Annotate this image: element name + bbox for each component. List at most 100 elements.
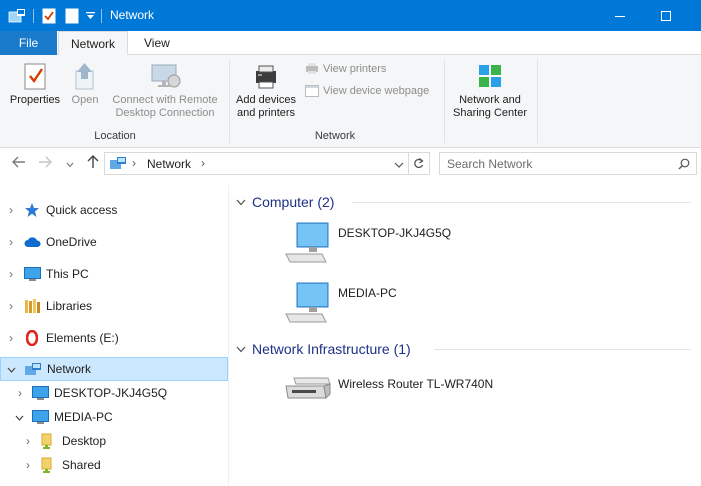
chevron-right-icon[interactable]: › [5, 331, 17, 345]
ribbon: Properties Open Connect with Remote Desk… [0, 55, 701, 148]
location-group-label: Location [94, 130, 136, 142]
properties-button[interactable]: Properties [6, 61, 64, 107]
view-device-webpage-button[interactable]: View device webpage [305, 85, 429, 97]
back-arrow-icon [12, 156, 25, 168]
network-sharing-label-2: Sharing Center [453, 107, 527, 119]
nav-item-shared-desktop[interactable]: › Desktop [0, 429, 228, 453]
tab-file[interactable]: File [0, 31, 57, 55]
window-title: Network [110, 8, 155, 22]
up-button[interactable] [87, 155, 99, 172]
shared-folder-icon [41, 433, 52, 449]
group-header-label: Network Infrastructure (1) [252, 341, 411, 357]
nav-item-network[interactable]: Network [0, 357, 228, 381]
chevron-down-icon [236, 199, 246, 205]
nav-item-label: Quick access [46, 203, 118, 217]
computer-item[interactable]: DESKTOP-JKJ4G5Q [284, 222, 484, 266]
forward-button[interactable] [38, 155, 52, 171]
search-icon [678, 158, 690, 170]
nav-item-label: MEDIA-PC [54, 410, 113, 424]
shared-folder-icon [41, 457, 52, 473]
address-bar[interactable]: › Network › [104, 152, 409, 175]
nav-item-libraries[interactable]: › Libraries [0, 294, 228, 318]
libraries-icon [25, 298, 40, 313]
add-devices-label-1: Add devices [236, 94, 296, 106]
tab-view[interactable]: View [132, 31, 182, 55]
webpage-icon [305, 85, 319, 97]
chevron-down-icon[interactable] [13, 410, 25, 424]
network-sharing-label-1: Network and [459, 94, 521, 106]
remote-desktop-button[interactable]: Connect with Remote Desktop Connection [104, 61, 226, 120]
content-pane: Computer (2) DESKTOP-JKJ4G5Q MEDIA-PC Ne… [230, 185, 701, 486]
view-printers-icon [306, 63, 318, 74]
chevron-right-icon[interactable]: › [22, 458, 34, 472]
nav-item-desktop-jkj4g5q[interactable]: › DESKTOP-JKJ4G5Q [0, 381, 228, 405]
recent-locations-button[interactable] [66, 156, 74, 172]
remote-desktop-icon [151, 64, 181, 88]
nav-item-label: Libraries [46, 299, 93, 313]
nav-item-label: Elements (E:) [46, 331, 119, 345]
chevron-down-icon[interactable] [5, 362, 17, 376]
nav-item-media-pc[interactable]: MEDIA-PC [0, 405, 228, 429]
search-placeholder[interactable]: Search Network [447, 157, 532, 171]
nav-item-label: DESKTOP-JKJ4G5Q [54, 386, 168, 400]
tab-network[interactable]: Network [58, 31, 129, 56]
nav-item-label: Shared [62, 458, 101, 472]
star-icon [25, 203, 39, 217]
router-icon [285, 377, 331, 400]
network-sharing-center-button[interactable]: Network and Sharing Center [448, 61, 532, 120]
chevron-right-icon[interactable]: › [14, 386, 26, 400]
open-icon [75, 63, 94, 90]
refresh-icon [414, 158, 424, 169]
minimize-button[interactable] [597, 0, 643, 31]
refresh-button[interactable] [408, 152, 430, 175]
open-button[interactable]: Open [66, 61, 104, 107]
remote-desktop-label-1: Connect with Remote [112, 94, 218, 106]
chevron-right-icon[interactable]: › [22, 434, 34, 448]
remote-desktop-label-2: Desktop Connection [115, 107, 215, 119]
view-printers-button[interactable]: View printers [305, 63, 386, 75]
chevron-right-icon[interactable]: › [5, 203, 17, 217]
properties-quick-icon[interactable] [42, 7, 56, 25]
nav-item-label: Network [47, 362, 92, 376]
computer-item[interactable]: MEDIA-PC [284, 282, 484, 326]
new-folder-quick-icon[interactable] [65, 7, 79, 25]
nav-item-shared[interactable]: › Shared [0, 453, 228, 477]
title-bar: Network [0, 0, 701, 31]
network-sharing-icon [479, 65, 501, 87]
chevron-right-icon[interactable]: › [5, 235, 17, 249]
address-history-dropdown[interactable] [394, 158, 404, 172]
group-header-label: Computer (2) [252, 194, 335, 210]
nav-item-label: OneDrive [46, 235, 97, 249]
address-separator-1[interactable]: › [132, 156, 136, 170]
open-label: Open [71, 94, 99, 106]
nav-item-elements-drive[interactable]: › Elements (E:) [0, 326, 228, 350]
computer-icon [24, 266, 41, 281]
search-box[interactable]: Search Network [439, 152, 697, 175]
nav-item-this-pc[interactable]: › This PC [0, 262, 228, 286]
router-item[interactable]: Wireless Router TL-WR740N [284, 374, 524, 408]
group-header-network-infrastructure[interactable]: Network Infrastructure (1) [236, 340, 691, 358]
chevron-down-icon [394, 162, 404, 168]
back-button[interactable] [12, 155, 26, 171]
address-separator-2[interactable]: › [201, 156, 205, 170]
network-location-icon [110, 157, 126, 169]
ribbon-tabs: File Network View [0, 31, 701, 56]
computer-icon [32, 409, 49, 424]
cloud-icon [24, 237, 41, 247]
up-arrow-icon [87, 155, 99, 168]
nav-item-onedrive[interactable]: › OneDrive [0, 230, 228, 254]
group-header-computer[interactable]: Computer (2) [236, 193, 691, 211]
computer-icon [285, 282, 329, 323]
address-path-network[interactable]: Network [147, 157, 191, 171]
nav-item-quick-access[interactable]: › Quick access [0, 198, 228, 222]
chevron-down-icon [236, 346, 246, 352]
chevron-down-icon [66, 162, 74, 168]
customize-quick-access-dropdown[interactable] [86, 7, 95, 25]
chevron-right-icon[interactable]: › [5, 299, 17, 313]
add-devices-button[interactable]: Add devices and printers [232, 61, 300, 120]
opera-drive-icon [26, 330, 38, 346]
chevron-right-icon[interactable]: › [5, 267, 17, 281]
computer-item-label: MEDIA-PC [338, 286, 397, 300]
maximize-button[interactable] [643, 0, 689, 31]
network-folder-icon [8, 7, 26, 25]
